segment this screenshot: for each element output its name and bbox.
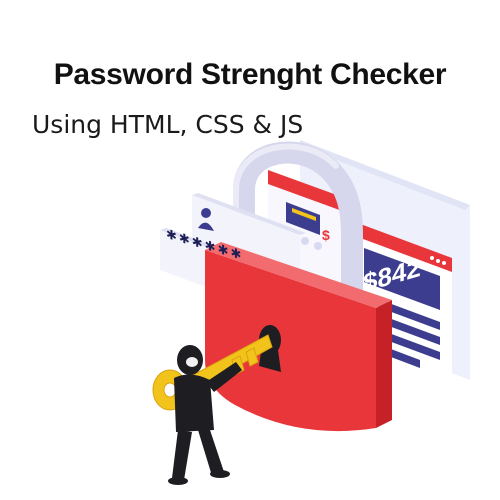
hooded-figure	[168, 345, 242, 485]
security-illustration: $	[152, 140, 470, 485]
page: Password Strenght Checker Using HTML, CS…	[0, 0, 500, 500]
partial-amount-text: $	[322, 227, 330, 243]
lock-body-side	[376, 300, 392, 428]
